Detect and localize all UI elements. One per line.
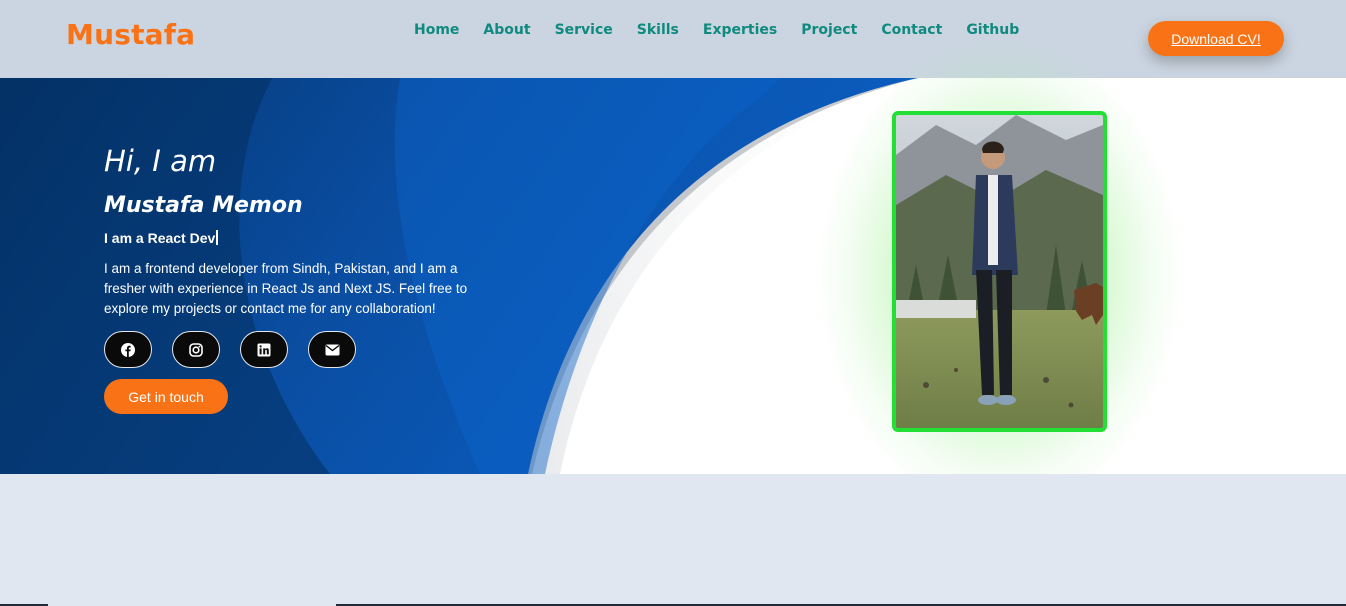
hero-name: Mustafa Memon [104,193,303,218]
facebook-icon [121,342,135,357]
envelope-icon [325,344,340,356]
brand-logo[interactable]: Mustafa [66,18,195,51]
typing-cursor [216,230,219,245]
nav-link-github[interactable]: Github [966,22,1019,38]
nav-link-home[interactable]: Home [414,22,459,38]
profile-photo [892,111,1107,432]
social-links [104,331,356,368]
instagram-button[interactable] [172,331,220,368]
linkedin-icon [257,343,271,357]
nav-link-project[interactable]: Project [801,22,857,38]
nav-link-about[interactable]: About [483,22,530,38]
email-button[interactable] [308,331,356,368]
navbar: Mustafa Home About Service Skills Expert… [0,0,1346,78]
hero-description: I am a frontend developer from Sindh, Pa… [104,261,468,316]
next-section [0,474,1346,606]
nav-link-experties[interactable]: Experties [703,22,777,38]
facebook-button[interactable] [104,331,152,368]
instagram-icon [189,342,203,357]
hero-role: I am a React Dev [104,230,219,246]
nav-menu: Home About Service Skills Experties Proj… [414,22,1019,38]
nav-link-contact[interactable]: Contact [881,22,942,38]
hero-role-text: I am a React Dev [104,230,216,246]
hero-greeting: Hi, I am [104,144,217,178]
get-in-touch-button[interactable]: Get in touch [104,379,228,414]
download-cv-button[interactable]: Download CV! [1148,21,1284,56]
nav-link-skills[interactable]: Skills [637,22,679,38]
nav-link-service[interactable]: Service [555,22,613,38]
linkedin-button[interactable] [240,331,288,368]
